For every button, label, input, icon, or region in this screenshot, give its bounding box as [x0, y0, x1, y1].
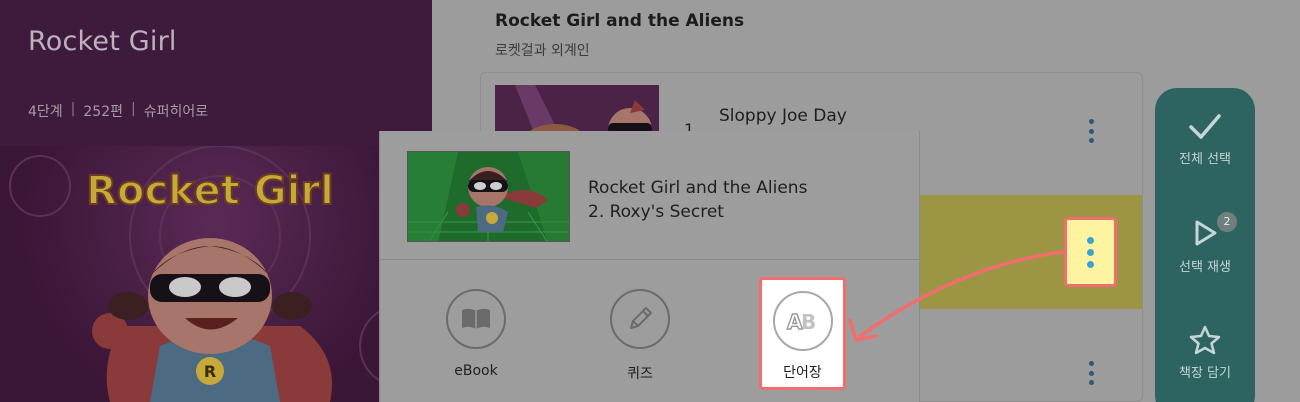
meta-separator: |: [70, 101, 76, 117]
series-genre: 슈퍼히어로: [143, 104, 209, 120]
more-options-icon[interactable]: [1079, 358, 1103, 388]
select-all-button[interactable]: 전체 선택: [1155, 112, 1255, 167]
ebook-button[interactable]: eBook: [436, 289, 516, 379]
svg-text:R: R: [204, 362, 216, 381]
play-selected-label: 선택 재생: [1179, 260, 1231, 275]
modal-episode-title: Rocket Girl and the Aliens 2. Roxy's Sec…: [588, 176, 807, 224]
add-to-bookshelf-label: 책장 담기: [1179, 366, 1231, 381]
vocabulary-label: 단어장: [783, 365, 822, 381]
meta-separator: |: [131, 101, 136, 117]
action-bar: 전체 선택 2 선택 재생 책장 담기: [1155, 88, 1255, 402]
ebook-label: eBook: [454, 363, 498, 379]
modal-episode-thumbnail: [407, 151, 570, 242]
star-icon: [1189, 325, 1221, 355]
more-options-icon[interactable]: [1079, 116, 1103, 146]
add-to-bookshelf-button[interactable]: 책장 담기: [1155, 324, 1255, 381]
series-title: Rocket Girl: [28, 26, 177, 57]
vocabulary-icon-circle: A B: [773, 291, 833, 351]
vocabulary-button[interactable]: A B 단어장: [759, 277, 846, 390]
ebook-icon-circle: [446, 289, 506, 349]
series-level: 4단계: [28, 104, 63, 120]
select-all-label: 전체 선택: [1179, 152, 1231, 167]
quiz-icon-circle: [610, 289, 670, 349]
check-icon: [1189, 114, 1221, 139]
quiz-label: 퀴즈: [627, 366, 653, 382]
pencil-icon: [630, 307, 652, 329]
cover-logo: Rocket Girl: [86, 168, 334, 214]
highlighted-more-options-icon[interactable]: [1064, 217, 1117, 287]
episode-title: Sloppy Joe Day: [719, 106, 847, 126]
modal-divider: [380, 259, 919, 260]
modal-episode-name: 2. Roxy's Secret: [588, 202, 724, 222]
series-meta: 4단계 | 252편 | 슈퍼히어로: [28, 101, 208, 121]
book-title: Rocket Girl and the Aliens: [495, 11, 745, 31]
selected-count-badge: 2: [1217, 212, 1237, 232]
series-panel: Rocket Girl 4단계 | 252편 | 슈퍼히어로 Rocket Gi…: [0, 0, 432, 402]
book-subtitle: 로켓걸과 외계인: [495, 43, 590, 59]
vocabulary-icon: A B: [786, 309, 816, 333]
book-icon: [462, 308, 490, 329]
quiz-button[interactable]: 퀴즈: [600, 289, 680, 383]
play-selected-button[interactable]: 2 선택 재생: [1155, 212, 1255, 275]
series-cover-image: Rocket Girl R: [0, 146, 432, 402]
modal-book-title: Rocket Girl and the Aliens: [588, 178, 808, 198]
svg-text:B: B: [801, 310, 816, 333]
series-episode-count: 252편: [83, 104, 123, 120]
